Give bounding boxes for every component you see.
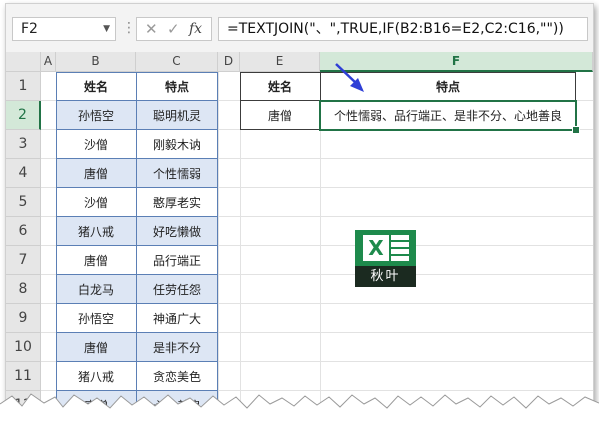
logo-letter: X: [363, 235, 389, 261]
torn-edge: [0, 393, 599, 424]
excel-window: F2 ▼ ⋮ ✕ ✓ fx =TEXTJOIN("、",TRUE,IF(B2:B…: [5, 3, 594, 415]
logo-grid-icon: [391, 235, 409, 261]
annotation-arrow-icon: [335, 63, 364, 92]
qiuye-logo: X 秋叶: [355, 230, 416, 287]
logo-text: 秋叶: [355, 266, 416, 287]
excel-logo-icon: X: [355, 230, 416, 266]
